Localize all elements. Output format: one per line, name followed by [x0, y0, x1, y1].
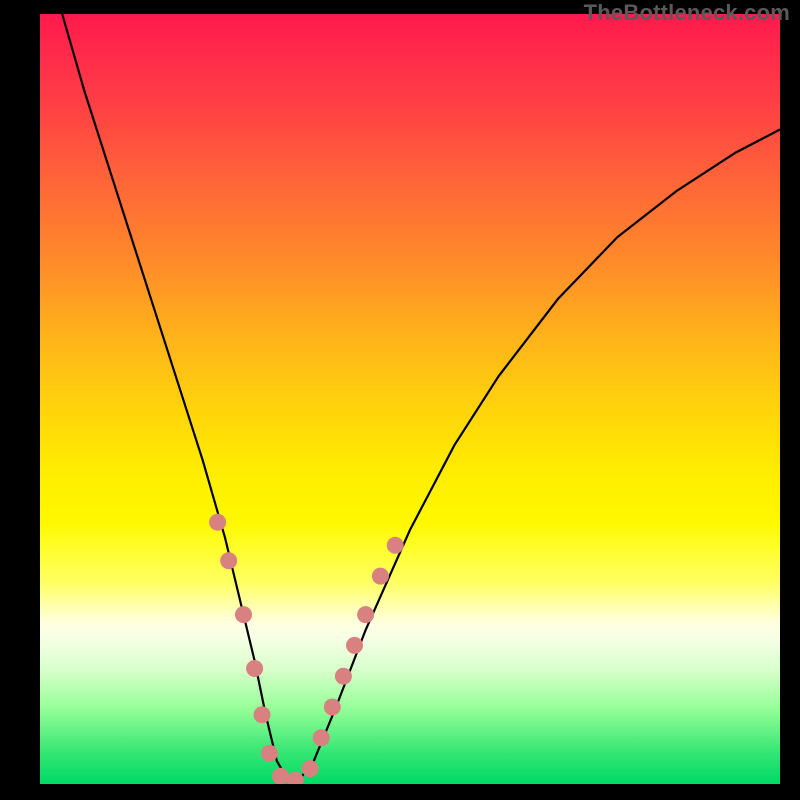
- chart-container: TheBottleneck.com: [0, 0, 800, 800]
- plot-background: [40, 14, 780, 784]
- watermark-text: TheBottleneck.com: [584, 0, 790, 26]
